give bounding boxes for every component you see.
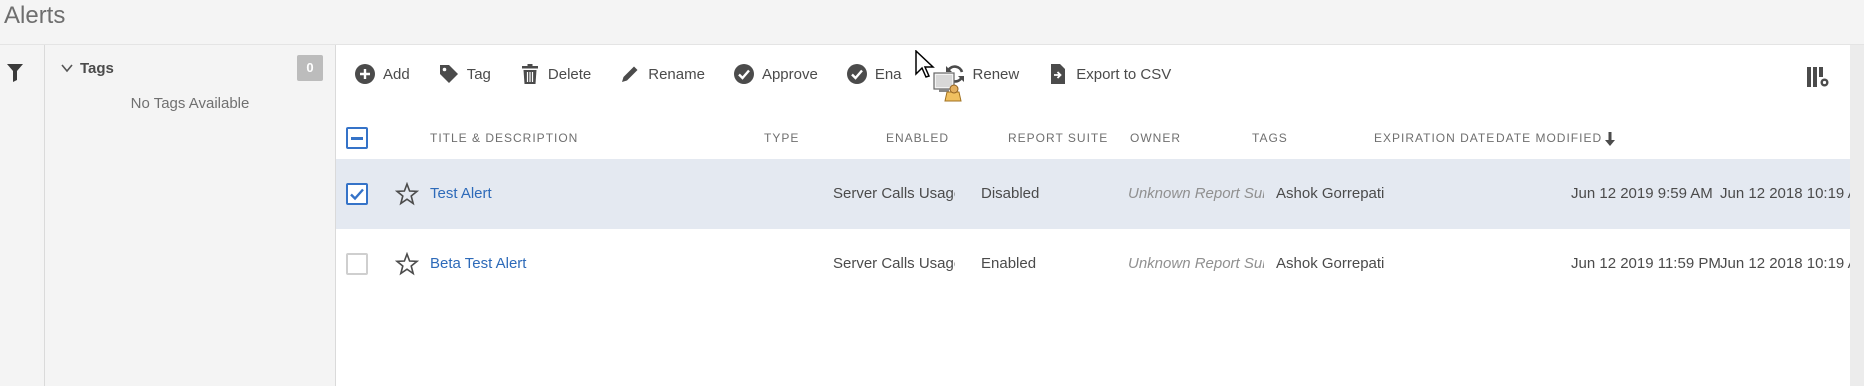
col-type[interactable]: TYPE xyxy=(764,117,799,159)
row-checkbox[interactable] xyxy=(346,253,368,275)
cell-report-suite: Unknown Report Suite xyxy=(1128,185,1264,202)
enable-button[interactable]: Ena xyxy=(832,56,916,92)
col-report-suite[interactable]: REPORT SUITE xyxy=(1008,117,1108,159)
tags-panel: Tags 0 No Tags Available xyxy=(45,45,336,386)
filter-icon[interactable] xyxy=(7,64,23,82)
cell-type: Server Calls Usage xyxy=(833,185,955,202)
col-owner[interactable]: OWNER xyxy=(1130,117,1181,159)
alerts-table-panel: Add Tag Delete Rename Approve Ena Renew … xyxy=(336,45,1850,386)
select-all-checkbox[interactable] xyxy=(346,127,368,149)
cell-enabled: Disabled xyxy=(981,185,1040,202)
filter-rail xyxy=(0,45,45,386)
table-header: TITLE & DESCRIPTION TYPE ENABLED REPORT … xyxy=(336,117,1850,159)
cell-tags xyxy=(1406,159,1506,229)
cell-expiration-date: Jun 12 2019 9:59 AM xyxy=(1571,185,1713,202)
star-icon[interactable] xyxy=(395,252,419,276)
table-row[interactable]: Test Alert Server Calls Usage Disabled U… xyxy=(336,159,1850,229)
tags-empty-message: No Tags Available xyxy=(130,95,250,112)
cell-owner: Ashok Gorrepati xyxy=(1276,185,1385,202)
add-button[interactable]: Add xyxy=(336,56,424,92)
rename-button[interactable]: Rename xyxy=(605,56,719,92)
col-tags[interactable]: TAGS xyxy=(1252,117,1288,159)
cell-date-modified: Jun 12 2018 10:19 A... xyxy=(1720,255,1850,272)
cell-tags xyxy=(1406,229,1506,299)
trash-icon xyxy=(521,64,538,84)
alert-title-link[interactable]: Beta Test Alert xyxy=(430,229,750,299)
drag-report-icon xyxy=(933,72,962,102)
col-expiration-date[interactable]: EXPIRATION DATE xyxy=(1374,117,1495,159)
cell-owner: Ashok Gorrepati xyxy=(1276,255,1385,272)
row-checkbox[interactable] xyxy=(346,183,368,205)
alert-title-link[interactable]: Test Alert xyxy=(430,159,750,229)
col-enabled[interactable]: ENABLED xyxy=(886,117,949,159)
renew-button-label: Renew xyxy=(972,65,1020,83)
toolbar: Add Tag Delete Rename Approve Ena Renew … xyxy=(336,53,1185,95)
cell-expiration-date: Jun 12 2019 11:59 PM xyxy=(1571,255,1721,272)
cell-type: Server Calls Usage xyxy=(833,255,955,272)
chevron-down-icon xyxy=(61,64,73,73)
tags-title: Tags xyxy=(80,59,114,77)
cell-date-modified: Jun 12 2018 10:19 A... xyxy=(1720,185,1850,202)
cell-enabled: Enabled xyxy=(981,255,1037,272)
cell-report-suite: Unknown Report Suite xyxy=(1128,255,1264,272)
approve-button-label: Approve xyxy=(761,65,818,83)
tags-count-badge: 0 xyxy=(297,55,323,81)
rename-button-label: Rename xyxy=(648,65,705,83)
col-title-description[interactable]: TITLE & DESCRIPTION xyxy=(430,117,578,159)
approve-button[interactable]: Approve xyxy=(719,56,832,92)
add-circle-icon xyxy=(355,64,375,84)
check-circle-icon xyxy=(846,64,867,84)
export-csv-button-label: Export to CSV xyxy=(1076,65,1172,83)
tag-button[interactable]: Tag xyxy=(424,56,505,92)
page-title: Alerts xyxy=(4,2,66,29)
add-button-label: Add xyxy=(383,65,410,83)
table-row[interactable]: Beta Test Alert Server Calls Usage Enabl… xyxy=(336,229,1850,299)
tag-icon xyxy=(439,65,458,83)
sort-descending-icon xyxy=(1605,131,1616,146)
col-date-modified[interactable]: DATE MODIFIED xyxy=(1496,117,1616,159)
star-icon[interactable] xyxy=(395,182,419,206)
export-csv-button[interactable]: Export to CSV xyxy=(1033,56,1185,92)
enable-button-label: Ena xyxy=(874,65,902,83)
vertical-scrollbar[interactable] xyxy=(1850,45,1864,386)
checkmark-icon xyxy=(350,188,364,201)
col-date-modified-label: DATE MODIFIED xyxy=(1496,131,1603,145)
delete-button[interactable]: Delete xyxy=(505,56,605,92)
column-settings-icon[interactable] xyxy=(1806,65,1830,89)
tag-button-label: Tag xyxy=(466,65,491,83)
pencil-icon xyxy=(622,66,638,82)
delete-button-label: Delete xyxy=(547,65,592,83)
check-circle-icon xyxy=(733,64,754,84)
export-file-icon xyxy=(1051,64,1066,84)
tags-header[interactable]: Tags xyxy=(60,58,114,78)
